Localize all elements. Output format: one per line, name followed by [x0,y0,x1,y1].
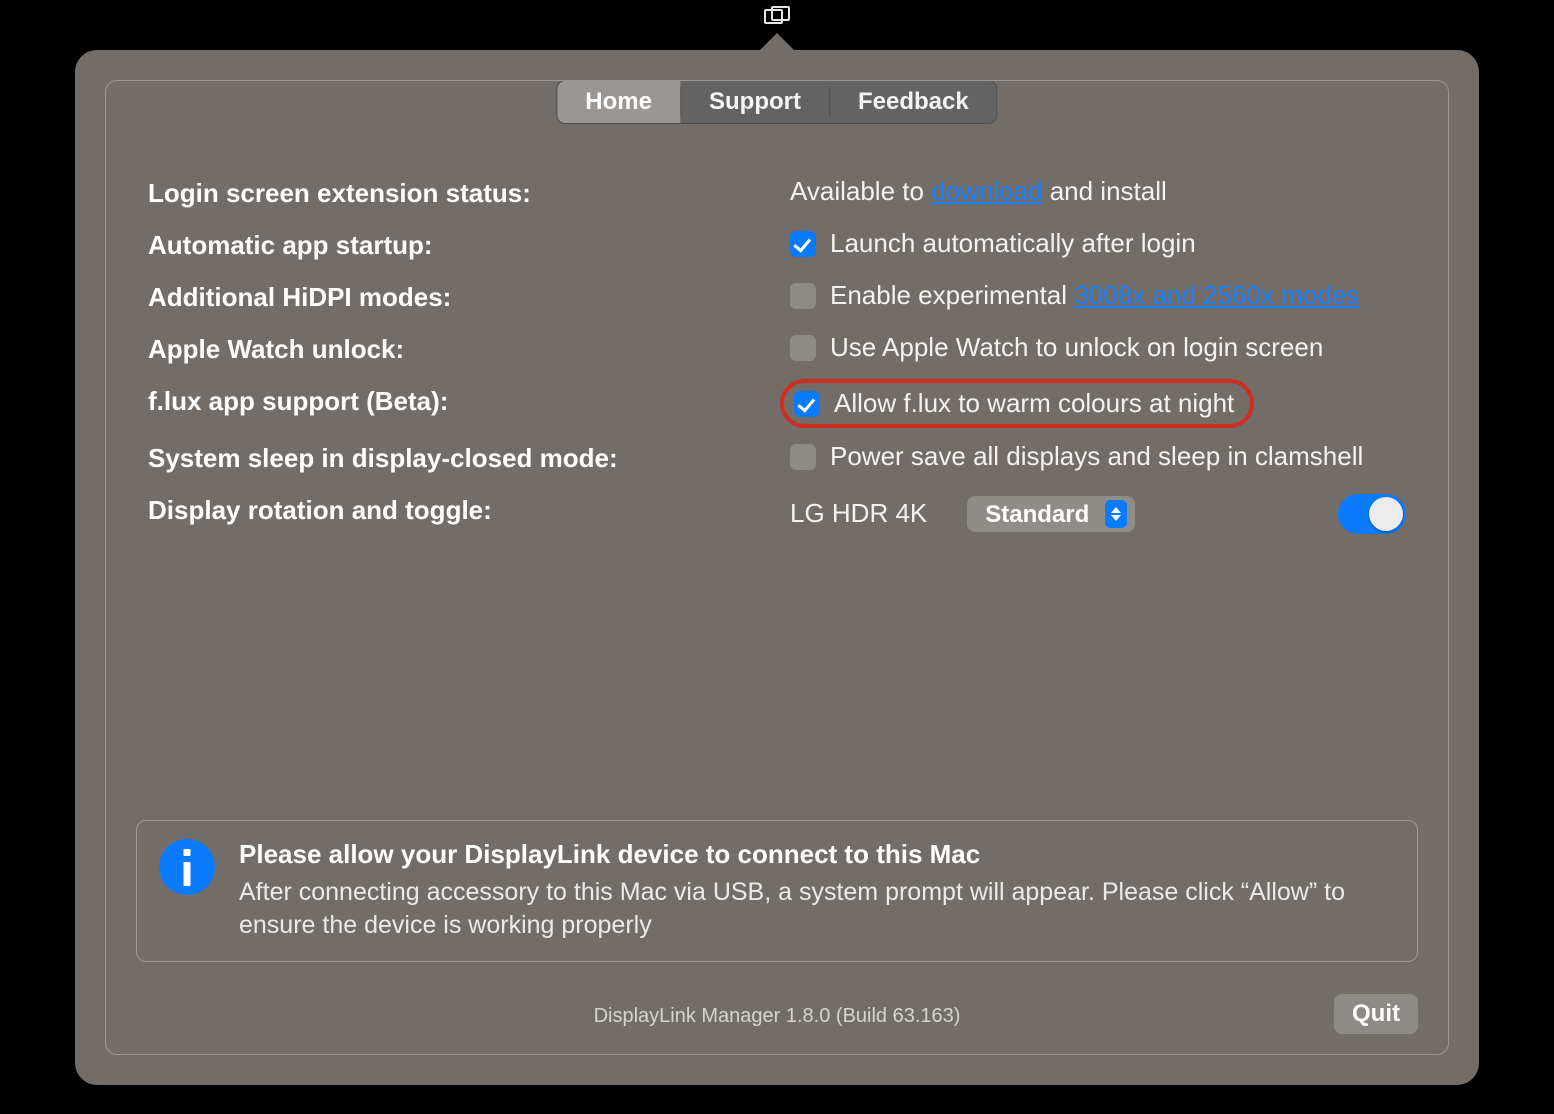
setting-label: Display rotation and toggle: [148,494,758,526]
info-body: After connecting accessory to this Mac v… [239,876,1395,944]
info-title: Please allow your DisplayLink device to … [239,839,1395,870]
setting-label: Apple Watch unlock: [148,333,758,365]
text: Available to download and install [790,177,1167,207]
preferences-panel: Home Support Feedback Login screen exten… [75,50,1479,1085]
display-toggle-switch[interactable] [1338,494,1406,534]
row-autostart: Automatic app startup: Launch automatica… [148,229,1406,261]
sleep-checkbox[interactable] [790,444,816,470]
row-apple-watch: Apple Watch unlock: Use Apple Watch to u… [148,333,1406,365]
row-login-extension: Login screen extension status: Available… [148,177,1406,209]
setting-label: Automatic app startup: [148,229,758,261]
hidpi-modes-link[interactable]: 3008x and 2560x modes [1074,280,1359,310]
info-banner: Please allow your DisplayLink device to … [136,820,1418,963]
row-sleep: System sleep in display-closed mode: Pow… [148,442,1406,474]
download-link[interactable]: download [931,176,1042,206]
checkbox-label: Use Apple Watch to unlock on login scree… [830,333,1323,363]
content-frame: Login screen extension status: Available… [105,80,1449,1055]
setting-label: f.lux app support (Beta): [148,385,758,417]
info-icon [159,839,215,895]
menubar-display-icon [764,6,790,33]
settings-list: Login screen extension status: Available… [106,143,1448,534]
popover-arrow [759,33,795,51]
quit-button[interactable]: Quit [1334,994,1418,1034]
checkbox-label: Launch automatically after login [830,229,1196,259]
version-text: DisplayLink Manager 1.8.0 (Build 63.163) [594,1005,961,1028]
chevron-up-down-icon [1105,500,1127,528]
hidpi-checkbox[interactable] [790,283,816,309]
footer: DisplayLink Manager 1.8.0 (Build 63.163)… [136,1005,1418,1028]
row-rotation: Display rotation and toggle: LG HDR 4K S… [148,494,1406,534]
setting-label: System sleep in display-closed mode: [148,442,758,474]
rotation-select[interactable]: Standard [967,496,1135,532]
apple-watch-checkbox[interactable] [790,335,816,361]
autostart-checkbox[interactable] [790,231,816,257]
checkbox-label: Power save all displays and sleep in cla… [830,442,1363,472]
row-flux: f.lux app support (Beta): Allow f.lux to… [148,385,1406,423]
flux-highlight: Allow f.lux to warm colours at night [780,379,1254,429]
flux-checkbox[interactable] [794,391,820,417]
setting-value: Available to download and install [790,177,1406,207]
checkbox-label: Enable experimental 3008x and 2560x mode… [830,281,1359,311]
checkbox-label: Allow f.lux to warm colours at night [834,389,1234,419]
setting-label: Additional HiDPI modes: [148,281,758,313]
row-hidpi: Additional HiDPI modes: Enable experimen… [148,281,1406,313]
select-value: Standard [985,501,1089,529]
display-name: LG HDR 4K [790,499,927,529]
setting-label: Login screen extension status: [148,177,758,209]
